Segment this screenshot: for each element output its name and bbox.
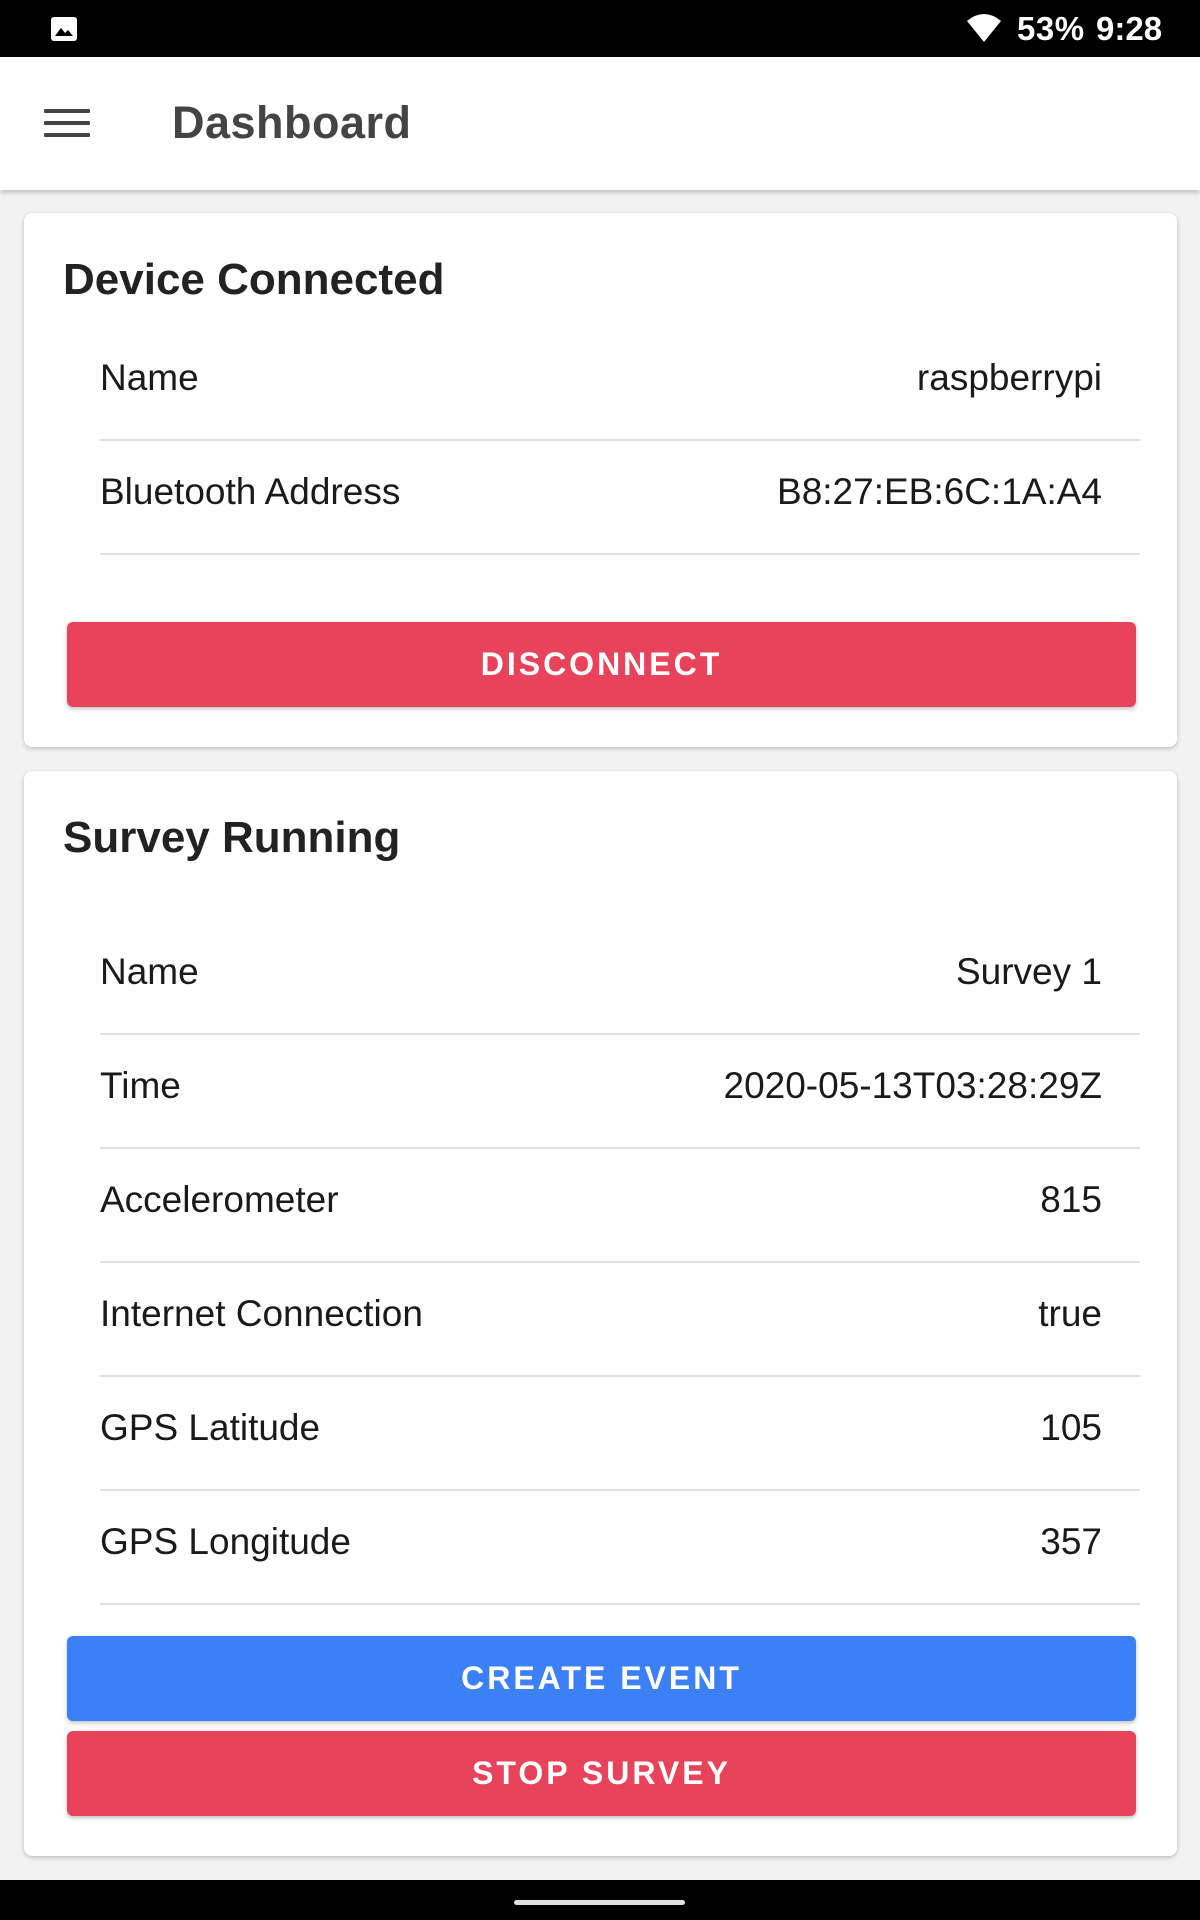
photo-icon [51,17,77,41]
device-info-list: Name raspberrypi Bluetooth Address B8:27… [100,327,1140,555]
device-name-row: Name raspberrypi [100,327,1140,441]
survey-card-title: Survey Running [63,813,401,862]
internet-connection-row: Internet Connection true [100,1263,1140,1377]
device-card-title: Device Connected [63,255,445,304]
row-value: 815 [1040,1179,1102,1220]
survey-info-list: Name Survey 1 Time 2020-05-13T03:28:29Z … [100,921,1140,1605]
row-value: B8:27:EB:6C:1A:A4 [777,471,1102,512]
row-label: Time [100,1065,181,1106]
survey-running-card: Survey Running Name Survey 1 Time 2020-0… [24,771,1177,1856]
bluetooth-address-row: Bluetooth Address B8:27:EB:6C:1A:A4 [100,441,1140,555]
row-label: Name [100,951,199,992]
survey-time-row: Time 2020-05-13T03:28:29Z [100,1035,1140,1149]
row-value: raspberrypi [916,357,1102,398]
gps-latitude-row: GPS Latitude 105 [100,1377,1140,1491]
row-label: GPS Longitude [100,1521,351,1562]
row-value: 357 [1040,1521,1102,1562]
home-gesture-handle[interactable] [514,1900,685,1905]
stop-survey-button[interactable]: STOP SURVEY [67,1731,1136,1816]
row-label: Name [100,357,199,398]
clock: 9:28 [1096,10,1163,47]
battery-percentage: 53% [1017,10,1085,47]
row-value: 2020-05-13T03:28:29Z [723,1065,1103,1106]
row-label: Internet Connection [100,1293,423,1334]
row-label: Accelerometer [100,1179,339,1220]
device-connected-card: Device Connected Name raspberrypi Blueto… [24,213,1177,747]
status-bar: 53% 9:28 [0,0,1200,57]
disconnect-button[interactable]: DISCONNECT [67,622,1136,707]
survey-name-row: Name Survey 1 [100,921,1140,1035]
row-label: GPS Latitude [100,1407,321,1448]
wifi-icon [967,14,1001,42]
gps-longitude-row: GPS Longitude 357 [100,1491,1140,1605]
create-event-button[interactable]: CREATE EVENT [67,1636,1136,1721]
row-value: true [1038,1293,1102,1334]
app-bar: Dashboard [0,57,1200,190]
page-title: Dashboard [172,97,412,148]
menu-icon[interactable] [44,109,90,143]
row-value: Survey 1 [955,951,1102,992]
row-value: 105 [1040,1407,1102,1448]
navigation-bar [0,1880,1200,1920]
row-label: Bluetooth Address [100,471,401,512]
accelerometer-row: Accelerometer 815 [100,1149,1140,1263]
